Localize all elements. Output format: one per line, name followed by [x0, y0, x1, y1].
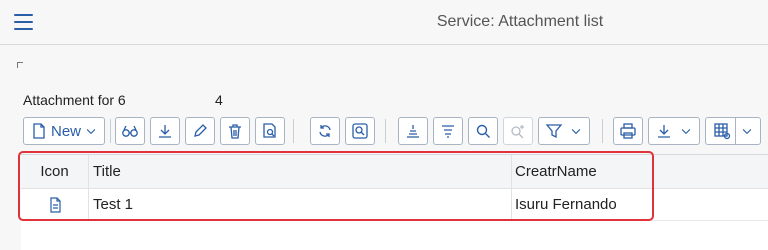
- glasses-icon: [122, 125, 138, 137]
- zoom-search-icon: [352, 123, 368, 139]
- column-header-icon[interactable]: Icon: [21, 155, 89, 188]
- search-next-icon: [511, 125, 524, 139]
- toolbar-separator: [385, 119, 386, 143]
- sort-button[interactable]: [433, 117, 463, 145]
- new-button[interactable]: New: [23, 117, 105, 145]
- chevron-down-icon: [571, 129, 581, 135]
- filter-icon: [545, 124, 563, 139]
- print-icon: [620, 123, 636, 139]
- row-creator-cell[interactable]: Isuru Fernando: [512, 189, 768, 220]
- export-icon: [658, 125, 670, 138]
- page-title: Service: Attachment list: [436, 13, 604, 30]
- table-settings-icon: [713, 123, 730, 140]
- new-document-icon: [33, 123, 45, 139]
- row-icon-cell[interactable]: [21, 189, 89, 220]
- chevron-down-icon: [86, 129, 96, 135]
- zoom-button[interactable]: [345, 117, 375, 145]
- column-header-title[interactable]: Title: [89, 155, 512, 188]
- pencil-icon: [194, 124, 207, 137]
- table-row[interactable]: Test 1 Isuru Fernando: [21, 189, 768, 221]
- attachment-label-prefix: Attachment for 6: [23, 92, 126, 108]
- align-text-icon: [442, 125, 454, 138]
- find-button[interactable]: [468, 117, 498, 145]
- document-preview-icon: [263, 123, 276, 138]
- attachment-label: Attachment for 6 4: [23, 92, 223, 108]
- table-header-row: Icon Title CreatrName: [21, 155, 768, 189]
- download-button[interactable]: [150, 117, 180, 145]
- document-icon: [49, 196, 61, 213]
- toolbar-separator: [293, 119, 294, 143]
- corner-marker-icon: [17, 62, 23, 68]
- delete-button[interactable]: [220, 117, 250, 145]
- preview-button[interactable]: [255, 117, 285, 145]
- column-header-creator[interactable]: CreatrName: [512, 155, 768, 188]
- attachment-table: Icon Title CreatrName Test 1 Isuru Ferna…: [21, 154, 768, 250]
- attachment-label-suffix: 4: [215, 92, 223, 108]
- export-button[interactable]: [648, 117, 700, 145]
- chevron-down-icon: [742, 129, 751, 135]
- table-settings-button[interactable]: [705, 117, 761, 145]
- filter-button[interactable]: [538, 117, 590, 145]
- toolbar-separator: [110, 119, 111, 143]
- print-button[interactable]: [613, 117, 643, 145]
- app-header: Service: Attachment list: [0, 0, 768, 45]
- refresh-icon: [319, 125, 331, 137]
- search-icon: [476, 124, 490, 138]
- chevron-down-icon: [681, 129, 691, 135]
- display-button[interactable]: [115, 117, 145, 145]
- refresh-button[interactable]: [310, 117, 340, 145]
- edit-button[interactable]: [185, 117, 215, 145]
- align-center-icon: [407, 125, 419, 138]
- toolbar-separator: [602, 119, 603, 143]
- trash-icon: [229, 124, 241, 139]
- download-icon: [159, 125, 171, 138]
- center-align-button[interactable]: [398, 117, 428, 145]
- new-button-label: New: [50, 122, 81, 140]
- find-next-button[interactable]: [503, 117, 533, 145]
- row-title-cell[interactable]: Test 1: [89, 189, 512, 220]
